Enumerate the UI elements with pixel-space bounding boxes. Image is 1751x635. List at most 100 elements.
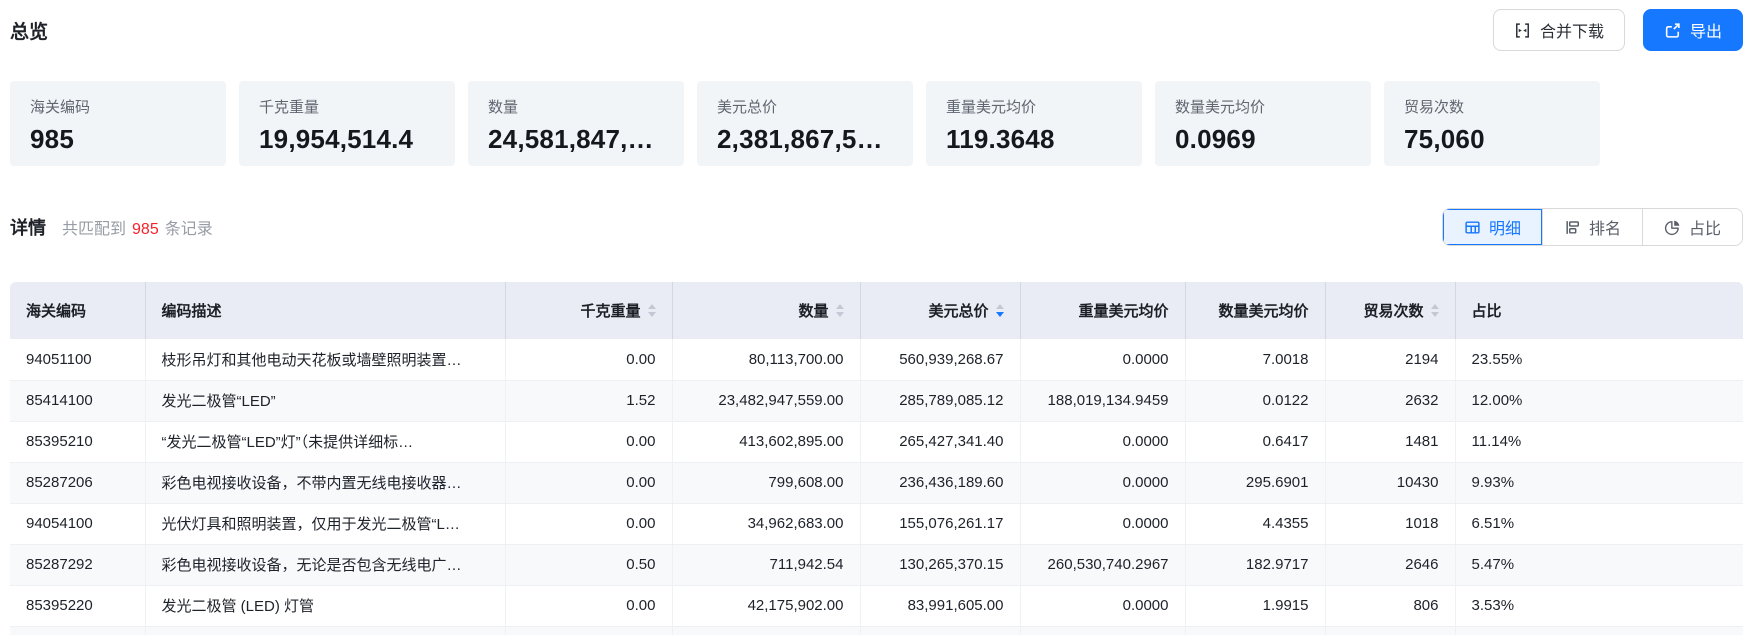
cell-description: 彩色电视接收设备，无论是否包含无线电广… [145, 544, 505, 585]
summary-card-value: 0.0969 [1175, 124, 1355, 155]
column-header-kg-weight[interactable]: 千克重量 [505, 282, 672, 339]
cell-hs-code: 85287206 [10, 462, 145, 503]
summary-cards: 海关编码 985 千克重量 19,954,514.4 数量 24,581,847… [10, 81, 1743, 166]
tab-占比[interactable]: 占比 [1642, 209, 1742, 245]
cell-description: 光伏灯具和照明装置，仅用于发光二极管“L… [145, 503, 505, 544]
column-label: 美元总价 [928, 300, 988, 321]
column-header-hs-code: 海关编码 [10, 282, 145, 339]
cell-kg-weight: 0.00 [505, 462, 672, 503]
cell-usd-per-kg: 260,530,740.2967 [1020, 544, 1185, 585]
cell-hs-code: 94051100 [10, 339, 145, 380]
cell-hs-code: 94054100 [10, 503, 145, 544]
match-count: 985 [132, 221, 159, 238]
summary-card-label: 海关编码 [30, 96, 210, 117]
cell-usd-per-unit: 7.0018 [1185, 339, 1325, 380]
summary-card: 美元总价 2,381,867,5… [697, 81, 913, 166]
export-icon [1664, 22, 1681, 39]
cell-usd-per-unit: 182.9717 [1185, 544, 1325, 585]
cell-empty [860, 626, 1020, 635]
summary-card-value: 75,060 [1404, 124, 1584, 155]
cell-usd-total: 236,436,189.60 [860, 462, 1020, 503]
cell-trade-count: 10430 [1325, 462, 1455, 503]
cell-usd-total: 265,427,341.40 [860, 421, 1020, 462]
summary-card: 重量美元均价 119.3648 [926, 81, 1142, 166]
table-row-partial [10, 626, 1743, 635]
summary-card: 数量 24,581,847,… [468, 81, 684, 166]
cell-usd-total: 285,789,085.12 [860, 380, 1020, 421]
column-header-trade-count[interactable]: 贸易次数 [1325, 282, 1455, 339]
cell-trade-count: 806 [1325, 585, 1455, 626]
column-header-usd-per-unit: 数量美元均价 [1185, 282, 1325, 339]
column-label: 千克重量 [580, 300, 640, 321]
column-header-usd-total[interactable]: 美元总价 [860, 282, 1020, 339]
cell-usd-total: 560,939,268.67 [860, 339, 1020, 380]
export-button[interactable]: 导出 [1643, 9, 1743, 51]
details-title: 详情 [10, 214, 46, 240]
cell-hs-code: 85414100 [10, 380, 145, 421]
column-header-description: 编码描述 [145, 282, 505, 339]
match-prefix: 共匹配到 [62, 221, 126, 238]
summary-card-label: 数量美元均价 [1175, 96, 1355, 117]
cell-kg-weight: 0.50 [505, 544, 672, 585]
cell-description: 发光二极管“LED” [145, 380, 505, 421]
cell-kg-weight: 0.00 [505, 421, 672, 462]
sort-carets-icon [1431, 304, 1439, 317]
merge-download-button[interactable]: 合并下载 [1493, 9, 1625, 51]
cell-usd-per-unit: 0.0122 [1185, 380, 1325, 421]
table-icon [1464, 219, 1481, 236]
cell-usd-per-unit: 1.9915 [1185, 585, 1325, 626]
cell-description: 发光二极管 (LED) 灯管 [145, 585, 505, 626]
summary-card-value: 24,581,847,… [488, 124, 668, 155]
match-suffix: 条记录 [165, 221, 213, 238]
topbar: 总览 合并下载 [10, 0, 1743, 60]
table-row: 94054100光伏灯具和照明装置，仅用于发光二极管“L…0.0034,962,… [10, 503, 1743, 544]
cell-usd-total: 155,076,261.17 [860, 503, 1020, 544]
merge-download-label: 合并下载 [1540, 18, 1604, 42]
cell-usd-total: 130,265,370.15 [860, 544, 1020, 585]
cell-hs-code: 85287292 [10, 544, 145, 585]
cell-trade-count: 2194 [1325, 339, 1455, 380]
cell-usd-per-kg: 188,019,134.9459 [1020, 380, 1185, 421]
cell-trade-count: 2632 [1325, 380, 1455, 421]
column-label: 海关编码 [26, 300, 86, 321]
tab-排名[interactable]: 排名 [1542, 209, 1642, 245]
summary-card: 千克重量 19,954,514.4 [239, 81, 455, 166]
sort-carets-icon [996, 304, 1004, 317]
summary-card-value: 119.3648 [946, 124, 1126, 155]
summary-card: 贸易次数 75,060 [1384, 81, 1600, 166]
sort-carets-icon [648, 304, 656, 317]
page: 总览 合并下载 [0, 0, 1751, 635]
results-table-wrap: 海关编码 编码描述 千克重量 数量 美元总价 重量美元均价数量美元均价 贸易次数 占比 940… [10, 282, 1743, 635]
column-header-quantity[interactable]: 数量 [672, 282, 860, 339]
tab-label: 排名 [1589, 215, 1621, 239]
summary-card-label: 贸易次数 [1404, 96, 1584, 117]
table-row: 85414100发光二极管“LED”1.5223,482,947,559.002… [10, 380, 1743, 421]
cell-empty [145, 626, 505, 635]
cell-kg-weight: 0.00 [505, 503, 672, 544]
cell-share: 3.53% [1455, 585, 1743, 626]
page-title: 总览 [10, 17, 48, 44]
column-label: 重量美元均价 [1078, 300, 1168, 321]
column-label: 贸易次数 [1363, 300, 1423, 321]
topbar-actions: 合并下载 导出 [1493, 9, 1743, 51]
cell-description: 彩色电视接收设备，不带内置无线电接收器… [145, 462, 505, 503]
cell-description: 枝形吊灯和其他电动天花板或墙壁照明装置… [145, 339, 505, 380]
cell-quantity: 23,482,947,559.00 [672, 380, 860, 421]
summary-card: 数量美元均价 0.0969 [1155, 81, 1371, 166]
pie-icon [1664, 219, 1681, 236]
table-row: 85287292彩色电视接收设备，无论是否包含无线电广…0.50711,942.… [10, 544, 1743, 585]
cell-usd-per-kg: 0.0000 [1020, 585, 1185, 626]
cell-description: “发光二极管“LED”灯”（未提供详细标… [145, 421, 505, 462]
column-header-share: 占比 [1455, 282, 1743, 339]
summary-card-label: 数量 [488, 96, 668, 117]
cell-usd-per-kg: 0.0000 [1020, 421, 1185, 462]
summary-card-value: 2,381,867,5… [717, 124, 897, 155]
cell-kg-weight: 0.00 [505, 339, 672, 380]
cell-quantity: 80,113,700.00 [672, 339, 860, 380]
match-count-text: 共匹配到 985 条记录 [62, 215, 213, 239]
cell-kg-weight: 0.00 [505, 585, 672, 626]
cell-share: 23.55% [1455, 339, 1743, 380]
tab-明细[interactable]: 明细 [1443, 209, 1542, 245]
sort-carets-icon [836, 304, 844, 317]
table-row: 85395220发光二极管 (LED) 灯管0.0042,175,902.008… [10, 585, 1743, 626]
